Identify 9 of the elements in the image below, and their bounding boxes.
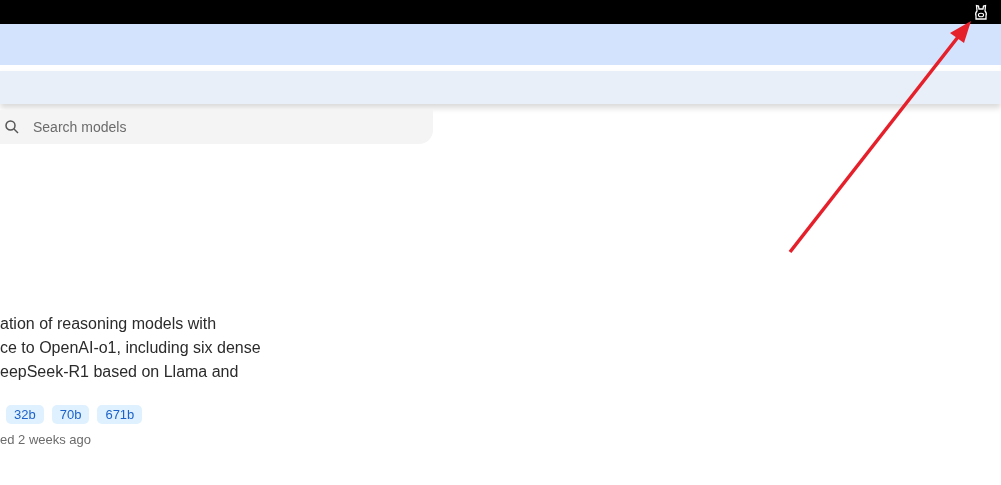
- description-text: ation of reasoning models with: [0, 314, 218, 334]
- updated-text: ed 2 weeks ago: [0, 432, 93, 447]
- size-tag[interactable]: 671b: [97, 405, 143, 424]
- llama-icon[interactable]: [974, 4, 988, 20]
- size-tag[interactable]: 70b: [51, 405, 90, 424]
- description-text: eepSeek-R1 based on Llama and: [0, 362, 240, 382]
- size-tag[interactable]: 32b: [6, 405, 44, 424]
- search-field[interactable]: Search models: [0, 110, 433, 144]
- description-text: ce to OpenAI-o1, including six dense: [0, 338, 262, 358]
